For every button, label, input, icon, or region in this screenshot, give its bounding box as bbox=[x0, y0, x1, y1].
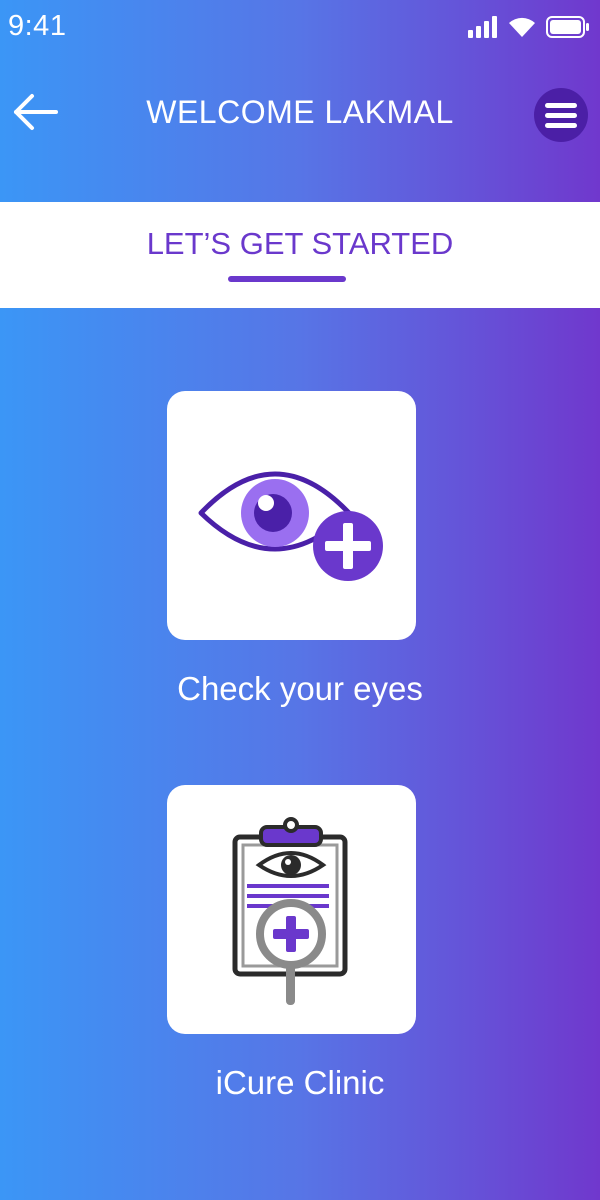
icure-clinic-card[interactable] bbox=[167, 785, 416, 1034]
tab-label: LET’S GET STARTED bbox=[146, 226, 454, 261]
status-bar: 9:41 bbox=[0, 0, 600, 54]
eye-plus-icon bbox=[198, 471, 383, 581]
status-icons bbox=[468, 14, 590, 40]
clinic-clipboard-icon bbox=[232, 817, 348, 1005]
header: WELCOME LAKMAL bbox=[0, 70, 600, 156]
icure-clinic-label[interactable]: iCure Clinic bbox=[0, 1064, 600, 1102]
wifi-icon bbox=[509, 17, 535, 37]
check-eyes-card[interactable] bbox=[167, 391, 416, 640]
check-eyes-label[interactable]: Check your eyes bbox=[0, 670, 600, 708]
page-title: WELCOME LAKMAL bbox=[146, 94, 454, 130]
signal-icon bbox=[468, 16, 497, 38]
battery-icon bbox=[546, 16, 589, 38]
tab-bar: LET’S GET STARTED bbox=[0, 202, 600, 308]
status-time: 9:41 bbox=[8, 10, 67, 42]
tab-active-indicator bbox=[228, 276, 346, 282]
tab-lets-get-started[interactable]: LET’S GET STARTED bbox=[0, 226, 600, 296]
menu-button[interactable] bbox=[534, 88, 588, 142]
